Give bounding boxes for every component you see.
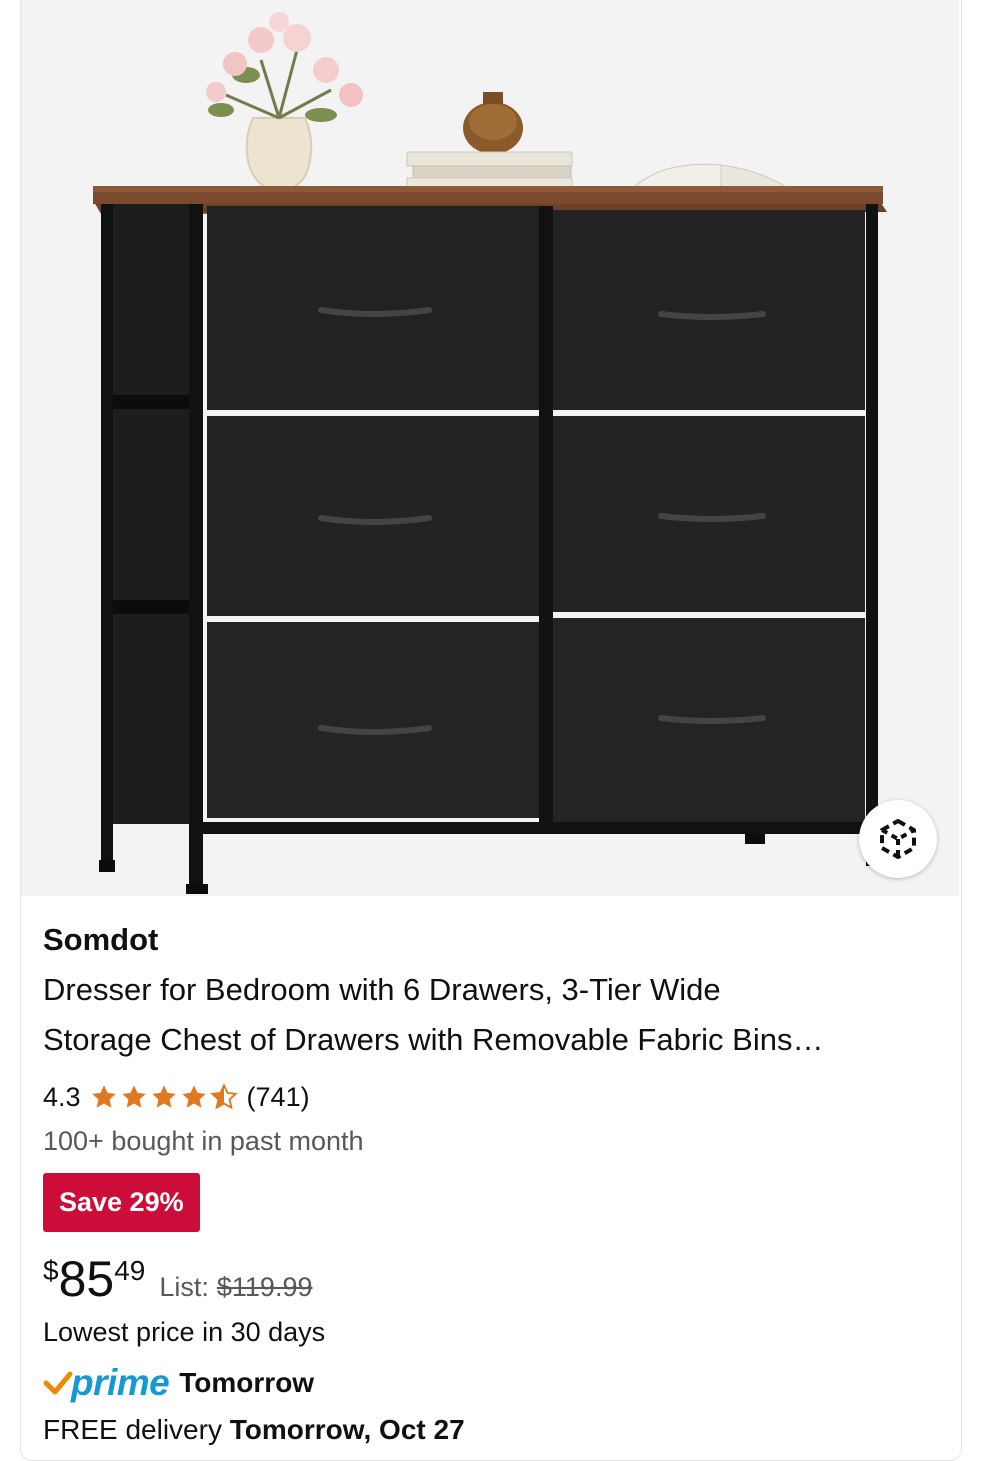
list-price-label: List:: [159, 1272, 209, 1302]
star-half-icon: [209, 1083, 238, 1110]
brand-name[interactable]: Somdot: [43, 918, 943, 962]
price-whole: 85: [58, 1251, 115, 1307]
save-badge: Save 29%: [43, 1173, 200, 1232]
free-delivery: FREE delivery Tomorrow, Oct 27: [43, 1408, 943, 1452]
price-row: $ 85 49 List: $119.99: [43, 1252, 943, 1308]
rating-row[interactable]: 4.3 (741): [43, 1077, 943, 1117]
price-symbol: $: [43, 1255, 59, 1286]
prime-logo: prime: [43, 1362, 170, 1404]
free-delivery-prefix: FREE delivery: [43, 1414, 222, 1445]
star-full-icon: [151, 1085, 176, 1108]
product-title-line-1[interactable]: Dresser for Bedroom with 6 Drawers, 3-Ti…: [43, 965, 943, 1015]
star-full-icon: [91, 1085, 116, 1108]
star-full-icon: [181, 1085, 206, 1108]
list-price: $119.99: [216, 1272, 313, 1302]
free-delivery-date: Tomorrow, Oct 27: [229, 1414, 465, 1445]
product-title-line-2[interactable]: Storage Chest of Drawers with Removable …: [43, 1015, 943, 1065]
3d-cube-icon: [880, 819, 916, 859]
product-image: [21, 0, 959, 896]
view-in-3d-button[interactable]: [859, 800, 937, 878]
prime-delivery: Tomorrow: [179, 1367, 315, 1398]
star-full-icon: [121, 1085, 146, 1108]
lowest-price-note: Lowest price in 30 days: [43, 1317, 326, 1347]
prime-wordmark: prime: [71, 1362, 170, 1403]
product-image-area[interactable]: [21, 0, 959, 896]
review-count[interactable]: (741): [247, 1082, 310, 1113]
star-rating: [89, 1083, 239, 1111]
product-info: Somdot Dresser for Bedroom with 6 Drawer…: [43, 918, 943, 1452]
prime-check-icon: [43, 1371, 73, 1395]
bought-in-past-month: 100+ bought in past month: [43, 1126, 364, 1156]
drawers: [207, 206, 865, 822]
price-fraction: 49: [114, 1255, 146, 1286]
rating-value: 4.3: [43, 1081, 81, 1112]
prime-row: prime Tomorrow: [43, 1358, 943, 1408]
